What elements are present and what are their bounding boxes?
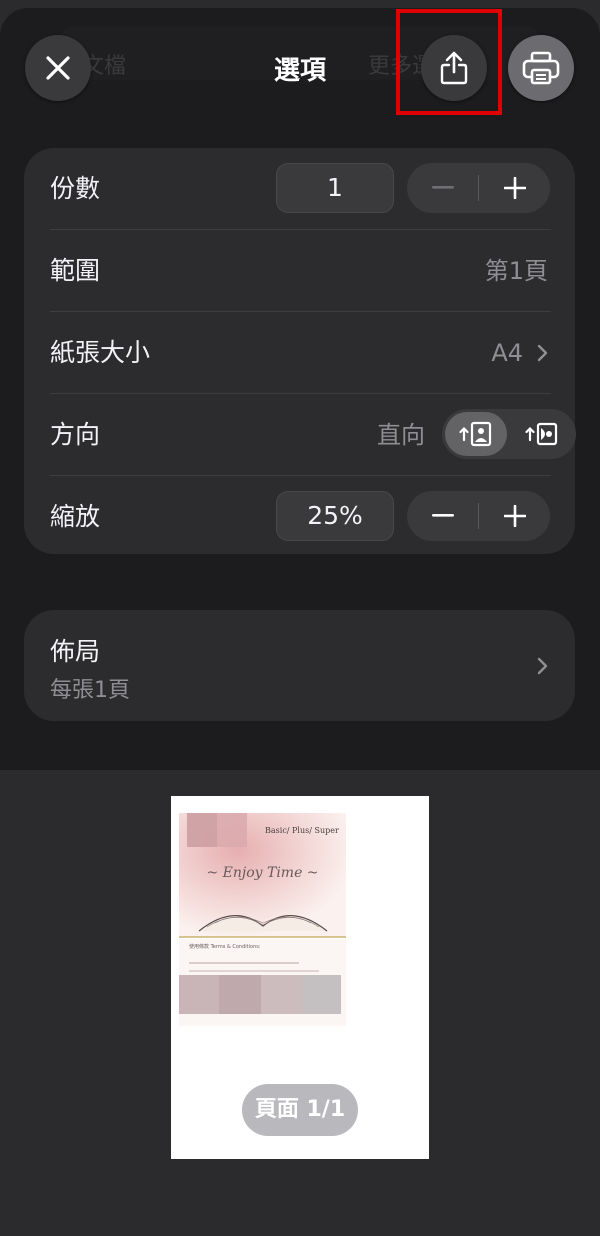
landscape-option[interactable]	[511, 412, 573, 456]
portrait-option[interactable]	[445, 412, 507, 456]
orientation-label: 方向	[50, 420, 101, 449]
orientation-row: 方向 直向	[50, 394, 576, 476]
scale-row: 縮放 25%	[50, 476, 575, 558]
range-row[interactable]: 範圍 第1頁	[50, 230, 575, 312]
document-brand-text: Basic/ Plus/ Super	[265, 826, 339, 835]
copies-label: 份數	[50, 174, 101, 203]
plus-icon	[503, 505, 526, 527]
range-value: 第1頁	[484, 257, 548, 285]
print-options-card: 份數 1 範圍 第1頁 紙張大小 A4 方向 直向 縮放 25%	[24, 148, 576, 554]
paper-size-value: A4	[491, 339, 523, 367]
chevron-right-icon	[537, 657, 548, 675]
plus-icon	[503, 177, 526, 199]
orientation-segmented-control	[442, 409, 576, 459]
document-artwork	[179, 813, 346, 1026]
copies-value[interactable]: 1	[276, 163, 394, 213]
minus-icon	[431, 514, 454, 517]
paper-size-label: 紙張大小	[50, 338, 151, 367]
printer-icon	[522, 51, 560, 85]
copies-increment-button[interactable]	[479, 163, 550, 213]
print-button[interactable]	[508, 35, 574, 101]
layout-value: 每張1頁	[50, 678, 130, 703]
layout-label: 佈局	[50, 637, 101, 666]
document-thumbnail: Basic/ Plus/ Super ~ Enjoy Time ~ 使用條款 T…	[179, 813, 346, 1026]
document-terms-heading: 使用條款 Terms & Conditions:	[189, 944, 261, 950]
scale-value[interactable]: 25%	[276, 491, 394, 541]
range-label: 範圍	[50, 256, 101, 285]
page-indicator: 頁面 1/1	[242, 1084, 358, 1136]
minus-icon	[431, 186, 454, 189]
document-title-text: ~ Enjoy Time ~	[206, 865, 319, 881]
scale-increment-button[interactable]	[479, 491, 550, 541]
landscape-icon	[525, 422, 558, 446]
scale-decrement-button[interactable]	[407, 491, 478, 541]
copies-stepper	[407, 163, 550, 213]
orientation-value: 直向	[377, 421, 425, 449]
copies-decrement-button[interactable]	[407, 163, 478, 213]
copies-row: 份數 1	[50, 148, 575, 230]
scale-label: 縮放	[50, 502, 101, 531]
portrait-icon	[459, 421, 492, 447]
scale-stepper	[407, 491, 550, 541]
chevron-right-icon	[537, 344, 548, 362]
layout-row[interactable]: 佈局 每張1頁	[24, 610, 575, 721]
share-button-highlight	[396, 9, 502, 115]
paper-size-row[interactable]: 紙張大小 A4	[50, 312, 575, 394]
